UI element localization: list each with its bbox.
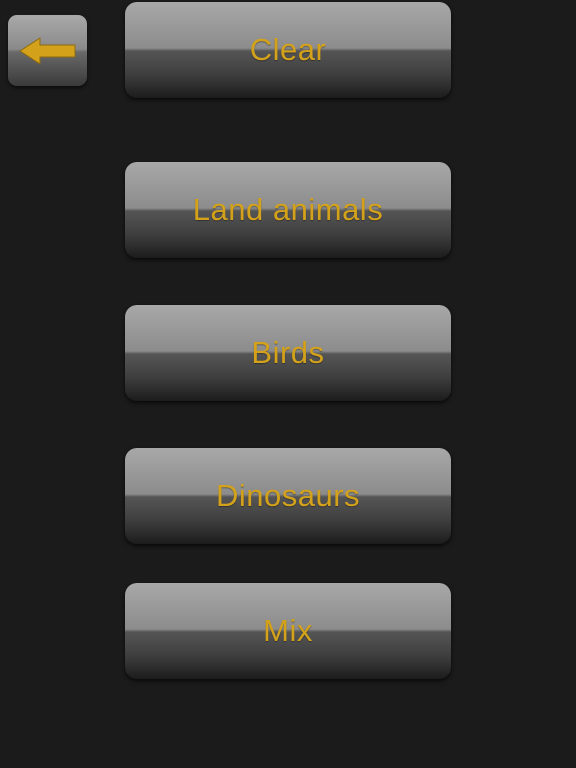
clear-button-label: Clear <box>249 32 327 67</box>
screen: Clear Land animals Birds Dinosaurs Mix <box>0 0 576 768</box>
birds-button-label: Birds <box>251 335 325 370</box>
clear-button[interactable]: Clear <box>125 2 451 98</box>
land-animals-button[interactable]: Land animals <box>125 162 451 258</box>
mix-button-label: Mix <box>263 613 313 648</box>
mix-button[interactable]: Mix <box>125 583 451 679</box>
land-animals-button-label: Land animals <box>192 192 384 227</box>
back-button[interactable] <box>8 15 87 86</box>
dinosaurs-button-label: Dinosaurs <box>215 478 361 513</box>
arrow-left-icon <box>18 36 78 66</box>
dinosaurs-button[interactable]: Dinosaurs <box>125 448 451 544</box>
birds-button[interactable]: Birds <box>125 305 451 401</box>
